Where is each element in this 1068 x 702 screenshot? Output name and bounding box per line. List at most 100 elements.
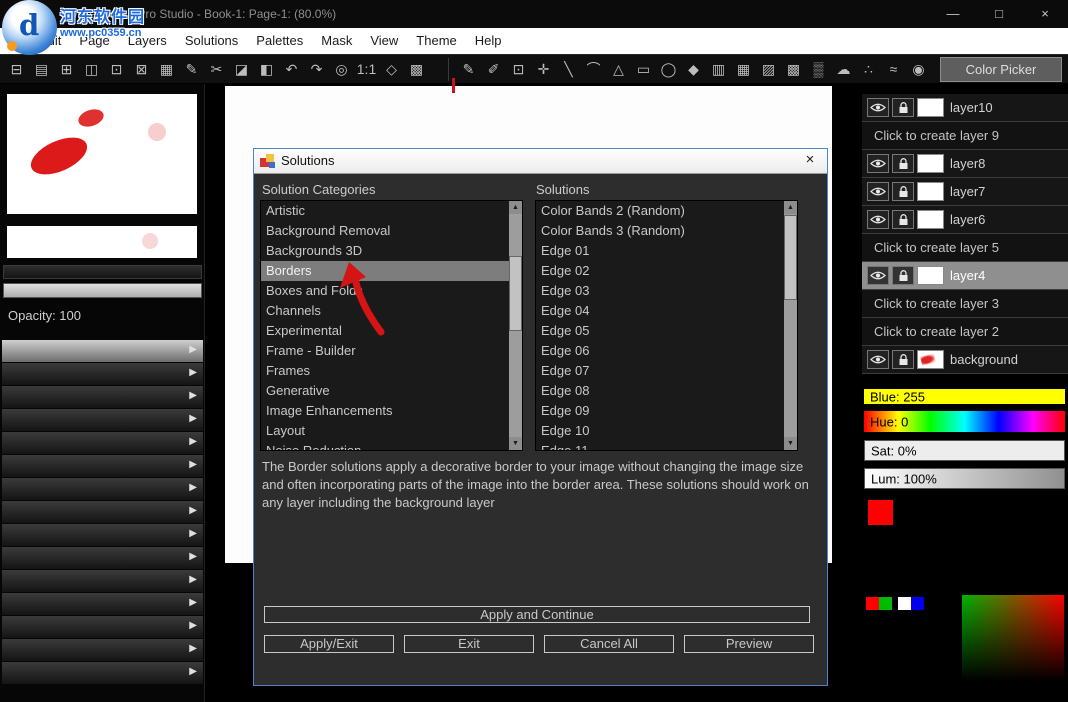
- fill-icon[interactable]: ◆: [681, 56, 706, 83]
- brush-preset-row[interactable]: ▶: [2, 662, 203, 684]
- menu-item-help[interactable]: Help: [466, 28, 511, 54]
- brush-preset-row[interactable]: ▶: [2, 386, 203, 408]
- scroll-down-icon[interactable]: ▼: [509, 437, 522, 450]
- edit-icon[interactable]: ✎: [179, 56, 204, 83]
- layer-row[interactable]: layer7: [862, 178, 1068, 206]
- cancel-all-button[interactable]: Cancel All: [544, 635, 674, 653]
- lock-icon[interactable]: [892, 350, 914, 369]
- expand-arrow-icon[interactable]: ▶: [189, 574, 197, 585]
- scroll-down-icon[interactable]: ▼: [784, 437, 797, 450]
- move-icon[interactable]: ✛: [531, 56, 556, 83]
- ellipse-icon[interactable]: ◯: [656, 56, 681, 83]
- eye-icon[interactable]: [867, 210, 889, 229]
- eye-icon[interactable]: [867, 98, 889, 117]
- weave-icon[interactable]: ▩: [781, 56, 806, 83]
- pencil-icon[interactable]: ✎: [456, 56, 481, 83]
- layer-thumbnail[interactable]: [917, 154, 944, 173]
- solution-item[interactable]: Edge 07: [536, 361, 784, 381]
- dialog-titlebar[interactable]: Solutions ×: [254, 149, 827, 174]
- menu-item-theme[interactable]: Theme: [407, 28, 465, 54]
- category-item[interactable]: Frame - Builder: [261, 341, 509, 361]
- solution-item[interactable]: Edge 10: [536, 421, 784, 441]
- zoom-icon[interactable]: ◎: [329, 56, 354, 83]
- expand-arrow-icon[interactable]: ▶: [189, 551, 197, 562]
- solution-item[interactable]: Edge 09: [536, 401, 784, 421]
- stamp-icon[interactable]: ◉: [906, 56, 931, 83]
- brush-preset-row[interactable]: ▶: [2, 524, 203, 546]
- primary-color-swatch[interactable]: [868, 500, 893, 525]
- apply-and-continue-button[interactable]: Apply and Continue: [264, 606, 810, 623]
- delete-page-icon[interactable]: ⊠: [129, 56, 154, 83]
- color-gradient-picker[interactable]: [962, 595, 1064, 693]
- layer-thumbnail[interactable]: [917, 98, 944, 117]
- lock-icon[interactable]: [892, 98, 914, 117]
- solution-item[interactable]: Edge 06: [536, 341, 784, 361]
- marquee-icon[interactable]: ⊡: [506, 56, 531, 83]
- expand-arrow-icon[interactable]: ▶: [189, 413, 197, 424]
- layer-create-row[interactable]: Click to create layer 9: [862, 122, 1068, 150]
- solution-item[interactable]: Edge 04: [536, 301, 784, 321]
- brush-preset-row[interactable]: ▶: [2, 639, 203, 661]
- page-list-icon[interactable]: ▦: [154, 56, 179, 83]
- layer-thumbnail[interactable]: [917, 350, 944, 369]
- eye-icon[interactable]: [867, 182, 889, 201]
- dialog-close-icon[interactable]: ×: [800, 151, 820, 168]
- layer-thumbnail[interactable]: [917, 182, 944, 201]
- curve-icon[interactable]: ⌒: [581, 56, 606, 83]
- scroll-up-icon[interactable]: ▲: [509, 201, 522, 214]
- paste-page-icon[interactable]: ⊡: [104, 56, 129, 83]
- exit-button[interactable]: Exit: [404, 635, 534, 653]
- page-preview[interactable]: [7, 94, 197, 214]
- save-icon[interactable]: ⊟: [4, 56, 29, 83]
- expand-arrow-icon[interactable]: ▶: [189, 528, 197, 539]
- layer-create-row[interactable]: Click to create layer 3: [862, 290, 1068, 318]
- minimize-button[interactable]: —: [930, 0, 976, 28]
- book-icon[interactable]: ▤: [29, 56, 54, 83]
- category-item[interactable]: Frames: [261, 361, 509, 381]
- scrollbar-thumb[interactable]: [784, 215, 797, 300]
- scroll-up-icon[interactable]: ▲: [784, 201, 797, 214]
- lock-icon[interactable]: [892, 182, 914, 201]
- expand-arrow-icon[interactable]: ▶: [189, 367, 197, 378]
- line-icon[interactable]: ╲: [556, 56, 581, 83]
- expand-arrow-icon[interactable]: ▶: [189, 344, 197, 355]
- color-picker-button[interactable]: Color Picker: [940, 57, 1062, 82]
- layer-row[interactable]: layer6: [862, 206, 1068, 234]
- lock-icon[interactable]: [892, 266, 914, 285]
- close-button[interactable]: ×: [1022, 0, 1068, 28]
- solution-item[interactable]: Color Bands 3 (Random): [536, 221, 784, 241]
- brush-preset-row[interactable]: ▶: [2, 501, 203, 523]
- channel-bar-hue[interactable]: Hue: 0: [864, 411, 1065, 432]
- polygon-icon[interactable]: △: [606, 56, 631, 83]
- expand-arrow-icon[interactable]: ▶: [189, 666, 197, 677]
- solutions-scrollbar[interactable]: ▲ ▼: [784, 201, 797, 450]
- category-item[interactable]: Layout: [261, 421, 509, 441]
- eye-icon[interactable]: [867, 350, 889, 369]
- expand-arrow-icon[interactable]: ▶: [189, 597, 197, 608]
- grid-icon[interactable]: ▩: [404, 56, 429, 83]
- swatch-white[interactable]: [898, 597, 911, 610]
- size-slider[interactable]: [3, 265, 202, 279]
- swatch-green[interactable]: [879, 597, 892, 610]
- solution-item[interactable]: Edge 11: [536, 441, 784, 450]
- expand-arrow-icon[interactable]: ▶: [189, 643, 197, 654]
- clone-icon[interactable]: ◪: [229, 56, 254, 83]
- layer-create-row[interactable]: Click to create layer 5: [862, 234, 1068, 262]
- menu-item-solutions[interactable]: Solutions: [176, 28, 247, 54]
- solution-item[interactable]: Edge 08: [536, 381, 784, 401]
- solution-item[interactable]: Edge 01: [536, 241, 784, 261]
- apply-exit-button[interactable]: Apply/Exit: [264, 635, 394, 653]
- scrollbar-thumb[interactable]: [509, 256, 522, 331]
- brush-preset-row[interactable]: ▶: [2, 478, 203, 500]
- solution-item[interactable]: Edge 03: [536, 281, 784, 301]
- expand-arrow-icon[interactable]: ▶: [189, 459, 197, 470]
- layer-create-row[interactable]: Click to create layer 2: [862, 318, 1068, 346]
- spray-icon[interactable]: ∴: [856, 56, 881, 83]
- layer-row[interactable]: layer8: [862, 150, 1068, 178]
- brush-preset-row[interactable]: ▶: [2, 616, 203, 638]
- channel-bar-blue[interactable]: Blue: 255: [864, 389, 1065, 404]
- pan-icon[interactable]: ◇: [379, 56, 404, 83]
- airbrush-icon[interactable]: ☁: [831, 56, 856, 83]
- one-to-one-icon[interactable]: 1:1: [354, 56, 379, 83]
- pattern-icon[interactable]: ▦: [731, 56, 756, 83]
